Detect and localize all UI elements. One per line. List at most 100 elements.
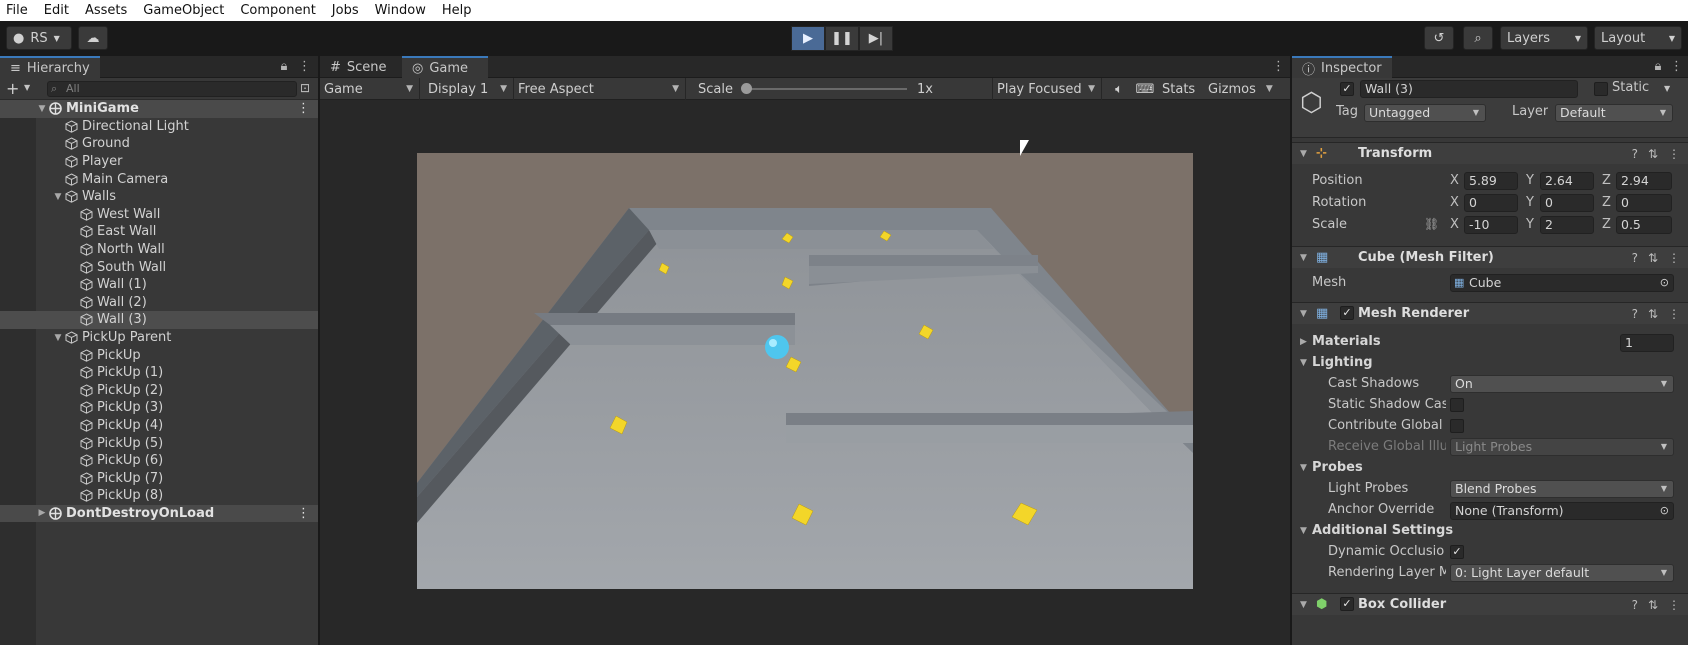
hierarchy-scene-row[interactable]: ▶ DontDestroyOnLoad ⋮ xyxy=(0,504,318,523)
lighting-label[interactable]: Lighting xyxy=(1312,355,1373,370)
cast-shadows-dropdown[interactable]: On ▼ xyxy=(1450,375,1674,393)
kebab-menu-icon[interactable]: ⋮ xyxy=(1668,251,1680,265)
object-picker-icon[interactable]: ⊙ xyxy=(1660,503,1669,519)
probes-label[interactable]: Probes xyxy=(1312,460,1363,475)
cloud-button[interactable]: ☁ xyxy=(78,26,108,50)
active-checkbox[interactable]: ✓ xyxy=(1340,82,1354,96)
scene-search-icon[interactable]: ⊡ xyxy=(300,81,310,95)
game-mode-dropdown[interactable]: Game ▼ xyxy=(324,78,420,100)
fold-arrow-icon[interactable]: ▼ xyxy=(52,192,64,202)
box-collider-header[interactable]: ▼ ⬢ ✓ Box Collider ? ⇅ ⋮ xyxy=(1292,593,1688,615)
hierarchy-row[interactable]: Directional Light xyxy=(0,118,318,136)
position-y-field[interactable]: 2.64 xyxy=(1540,172,1594,190)
preset-icon[interactable]: ⇅ xyxy=(1648,598,1658,612)
lock-icon[interactable]: 🔒︎ xyxy=(1652,59,1664,74)
kebab-menu-icon[interactable]: ⋮ xyxy=(297,506,310,521)
help-icon[interactable]: ? xyxy=(1632,307,1638,321)
hierarchy-row[interactable]: South Wall xyxy=(0,258,318,276)
menu-file[interactable]: File xyxy=(0,3,36,18)
position-z-field[interactable]: 2.94 xyxy=(1616,172,1672,190)
rendering-layer-mask-dropdown[interactable]: 0: Light Layer default ▼ xyxy=(1450,564,1674,582)
layers-dropdown[interactable]: Layers ▼ xyxy=(1500,26,1588,50)
hierarchy-row[interactable]: PickUp (5) xyxy=(0,434,318,452)
tab-hierarchy[interactable]: ≡ Hierarchy xyxy=(0,56,100,78)
pause-button[interactable]: ❚❚ xyxy=(825,26,859,51)
additional-settings-label[interactable]: Additional Settings xyxy=(1312,523,1453,538)
hierarchy-row[interactable]: Player xyxy=(0,153,318,171)
rotation-z-field[interactable]: 0 xyxy=(1616,194,1672,212)
hierarchy-row[interactable]: PickUp (2) xyxy=(0,382,318,400)
preset-icon[interactable]: ⇅ xyxy=(1648,307,1658,321)
menu-edit[interactable]: Edit xyxy=(36,3,77,18)
account-dropdown[interactable]: ● RS ▼ xyxy=(6,26,72,50)
aspect-dropdown[interactable]: Free Aspect ▼ xyxy=(518,78,686,100)
help-icon[interactable]: ? xyxy=(1632,251,1638,265)
mute-audio-button[interactable]: 🔈︎ xyxy=(1108,78,1130,100)
search-button[interactable]: ⌕ xyxy=(1463,26,1493,50)
preset-icon[interactable]: ⇅ xyxy=(1648,147,1658,161)
kebab-menu-icon[interactable]: ⋮ xyxy=(297,101,310,116)
shortcuts-button[interactable]: ⌨ xyxy=(1134,78,1156,100)
fold-arrow-icon[interactable]: ▼ xyxy=(52,333,64,343)
object-name-field[interactable]: Wall (3) xyxy=(1360,80,1578,98)
layout-dropdown[interactable]: Layout ▼ xyxy=(1594,26,1682,50)
lock-icon[interactable]: 🔒︎ xyxy=(278,59,290,74)
hierarchy-row[interactable]: Wall (2) xyxy=(0,294,318,312)
display-dropdown[interactable]: Display 1 ▼ xyxy=(428,78,514,100)
search-input[interactable]: ⌕ All xyxy=(47,81,297,97)
hierarchy-row[interactable]: Wall (3) xyxy=(0,311,318,329)
fold-arrow-icon[interactable]: ▼ xyxy=(1300,463,1307,473)
dynamic-occlusion-checkbox[interactable]: ✓ xyxy=(1450,545,1464,559)
object-picker-icon[interactable]: ⊙ xyxy=(1660,275,1669,291)
fold-arrow-icon[interactable]: ▶ xyxy=(1300,337,1307,347)
materials-label[interactable]: Materials xyxy=(1312,334,1381,349)
scale-x-field[interactable]: -10 xyxy=(1464,216,1518,234)
hierarchy-row[interactable]: ▼ PickUp Parent xyxy=(0,329,318,347)
hierarchy-row[interactable]: East Wall xyxy=(0,223,318,241)
hierarchy-row[interactable]: ▼ Walls xyxy=(0,188,318,206)
help-icon[interactable]: ? xyxy=(1632,147,1638,161)
fold-arrow-icon[interactable]: ▼ xyxy=(1300,526,1307,536)
tab-inspector[interactable]: ⓘ Inspector xyxy=(1292,56,1392,78)
tag-dropdown[interactable]: Untagged ▼ xyxy=(1364,104,1486,122)
kebab-menu-icon[interactable]: ⋮ xyxy=(1272,59,1285,74)
play-button[interactable]: ▶ xyxy=(791,26,825,51)
tab-scene[interactable]: # Scene xyxy=(320,56,397,78)
mesh-renderer-header[interactable]: ▼ ▦ ✓ Mesh Renderer ? ⇅ ⋮ xyxy=(1292,302,1688,324)
menu-jobs[interactable]: Jobs xyxy=(324,3,367,18)
preset-icon[interactable]: ⇅ xyxy=(1648,251,1658,265)
kebab-menu-icon[interactable]: ⋮ xyxy=(1668,307,1680,321)
chevron-down-icon[interactable]: ▼ xyxy=(24,83,30,92)
kebab-menu-icon[interactable]: ⋮ xyxy=(1668,598,1680,612)
constrain-proportions-icon[interactable]: ⛓ xyxy=(1424,217,1439,231)
hierarchy-scene-row[interactable]: ▼ MiniGame ⋮ xyxy=(0,100,318,118)
hierarchy-row[interactable]: Main Camera xyxy=(0,170,318,188)
hierarchy-row[interactable]: PickUp (8) xyxy=(0,487,318,505)
help-icon[interactable]: ? xyxy=(1632,598,1638,612)
gizmos-button[interactable]: Gizmos ▼ xyxy=(1208,78,1286,100)
rotation-y-field[interactable]: 0 xyxy=(1540,194,1594,212)
menu-window[interactable]: Window xyxy=(367,3,434,18)
hierarchy-row[interactable]: PickUp (3) xyxy=(0,399,318,417)
hierarchy-row[interactable]: Ground xyxy=(0,135,318,153)
fold-arrow-icon[interactable]: ▼ xyxy=(36,104,48,114)
position-x-field[interactable]: 5.89 xyxy=(1464,172,1518,190)
menu-help[interactable]: Help xyxy=(434,3,480,18)
box-collider-enabled-checkbox[interactable]: ✓ xyxy=(1340,597,1354,611)
mesh-object-field[interactable]: ▦ Cube ⊙ xyxy=(1450,274,1674,292)
scale-slider-handle[interactable] xyxy=(740,83,752,94)
hierarchy-row[interactable]: PickUp xyxy=(0,346,318,364)
static-shadow-caster-checkbox[interactable] xyxy=(1450,398,1464,412)
scale-slider[interactable] xyxy=(740,83,907,94)
kebab-menu-icon[interactable]: ⋮ xyxy=(1668,147,1680,161)
hierarchy-row[interactable]: PickUp (6) xyxy=(0,452,318,470)
fold-arrow-icon[interactable]: ▼ xyxy=(1300,358,1307,368)
fold-arrow-icon[interactable]: ▶ xyxy=(36,508,48,518)
kebab-menu-icon[interactable]: ⋮ xyxy=(1670,59,1683,74)
play-mode-dropdown[interactable]: Play Focused ▼ xyxy=(992,78,1102,100)
tab-game[interactable]: ◎ Game xyxy=(402,56,488,78)
hierarchy-row[interactable]: PickUp (4) xyxy=(0,417,318,435)
menu-gameobject[interactable]: GameObject xyxy=(135,3,232,18)
transform-header[interactable]: ▼ ⊹ Transform ? ⇅ ⋮ xyxy=(1292,142,1688,164)
hierarchy-row[interactable]: PickUp (1) xyxy=(0,364,318,382)
